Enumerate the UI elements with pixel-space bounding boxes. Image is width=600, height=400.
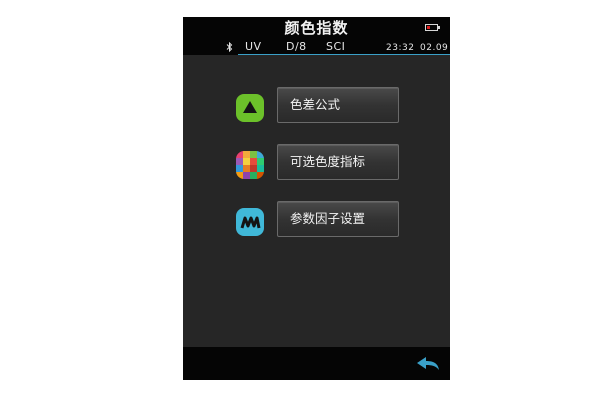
color-difference-formula-button[interactable]: 色差公式 (277, 87, 399, 123)
parameter-factor-settings-button[interactable]: 参数因子设置 (277, 201, 399, 237)
color-mosaic-icon (236, 151, 264, 179)
status-divider (238, 54, 450, 55)
page-title: 颜色指数 (284, 19, 349, 37)
menu-item-color-difference-formula[interactable]: 色差公式 (233, 87, 403, 127)
title-bar: 颜色指数 (183, 17, 450, 39)
back-arrow-icon[interactable] (414, 354, 442, 374)
triangle-icon (236, 94, 264, 122)
bluetooth-icon (226, 42, 233, 52)
geometry-label: D/8 (286, 40, 307, 53)
menu-item-parameter-factor-settings[interactable]: 参数因子设置 (233, 201, 403, 241)
light-source-label: UV (245, 40, 262, 53)
parameters-icon (236, 208, 264, 236)
battery-low-icon (425, 24, 440, 31)
menu-item-optional-chromaticity-index[interactable]: 可选色度指标 (233, 144, 403, 184)
clock-date: 02.09 (420, 43, 449, 53)
mode-label: SCI (326, 40, 346, 53)
optional-chromaticity-index-button[interactable]: 可选色度指标 (277, 144, 399, 180)
bottom-bar (183, 347, 450, 380)
status-bar: UV D/8 SCI 23:32 02.09 (183, 39, 450, 55)
device-screen: 颜色指数 UV D/8 SCI 23:32 02.09 色差公式 可选色度指标 (183, 17, 450, 380)
clock-time: 23:32 (386, 43, 415, 53)
